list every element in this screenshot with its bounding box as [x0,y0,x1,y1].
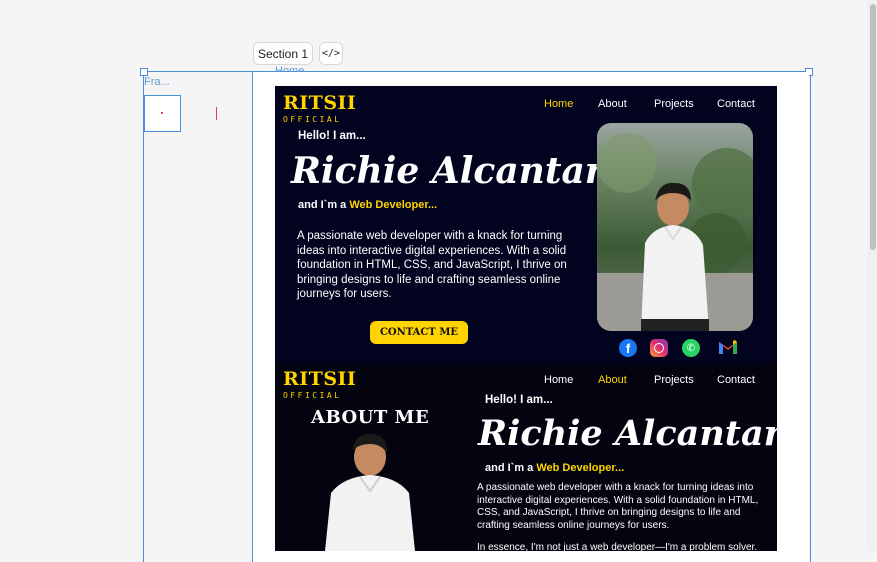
about-photo [315,431,425,551]
hero-role: Web Developer... [349,199,438,211]
hero-role-prefix: and I`m a [298,199,347,211]
about-nav-projects[interactable]: Projects [654,374,694,386]
about-nav-home[interactable]: Home [544,374,573,386]
nav-contact[interactable]: Contact [717,98,755,110]
hero-description: A passionate web developer with a knack … [297,230,567,300]
nav-about[interactable]: About [598,98,627,110]
hero-role-line: and I`m a Web Developer... [298,199,437,211]
section-label: Section 1 [257,46,309,61]
about-greeting: Hello! I am... [485,394,553,406]
code-icon: </> [321,48,341,59]
about-role-line: and I`m a Web Developer... [485,462,624,474]
about-logo-sub: OFFICIAL [283,391,342,400]
about-section: RITSII OFFICIAL Home About Projects Cont… [275,363,777,551]
about-heading: ABOUT ME [311,407,430,428]
instagram-icon[interactable] [650,339,668,357]
section-selector-button[interactable]: Section 1 [253,42,313,65]
about-name: Richie Alcantara [478,413,777,454]
contact-me-button[interactable]: CONTACT ME [370,321,468,344]
about-role-prefix: and I`m a [485,462,534,474]
about-nav-contact[interactable]: Contact [717,374,755,386]
resize-handle-top-left[interactable] [140,68,148,76]
hero-section: RITSII OFFICIAL Home About Projects Cont… [275,86,777,363]
nav-projects[interactable]: Projects [654,98,694,110]
about-description-2: In essence, I'm not just a web developer… [477,542,758,551]
contact-me-label: CONTACT ME [379,327,459,338]
gmail-icon[interactable] [719,340,737,354]
person-illustration [597,133,753,331]
scrollbar-thumb[interactable] [870,4,876,250]
hero-name: Richie Alcantara [291,150,628,192]
facebook-icon[interactable]: f [619,339,637,357]
about-description: A passionate web developer with a knack … [477,482,759,531]
about-logo[interactable]: RITSII [283,368,356,390]
about-nav-about[interactable]: About [598,374,627,386]
nav-home[interactable]: Home [544,98,573,110]
profile-photo [597,123,753,331]
hero-logo-sub: OFFICIAL [283,115,342,124]
about-role: Web Developer... [536,462,625,474]
hero-greeting: Hello! I am... [298,130,366,142]
hero-logo[interactable]: RITSII [283,92,356,114]
code-view-button[interactable]: </> [319,42,343,65]
whatsapp-icon[interactable]: ✆ [682,339,700,357]
